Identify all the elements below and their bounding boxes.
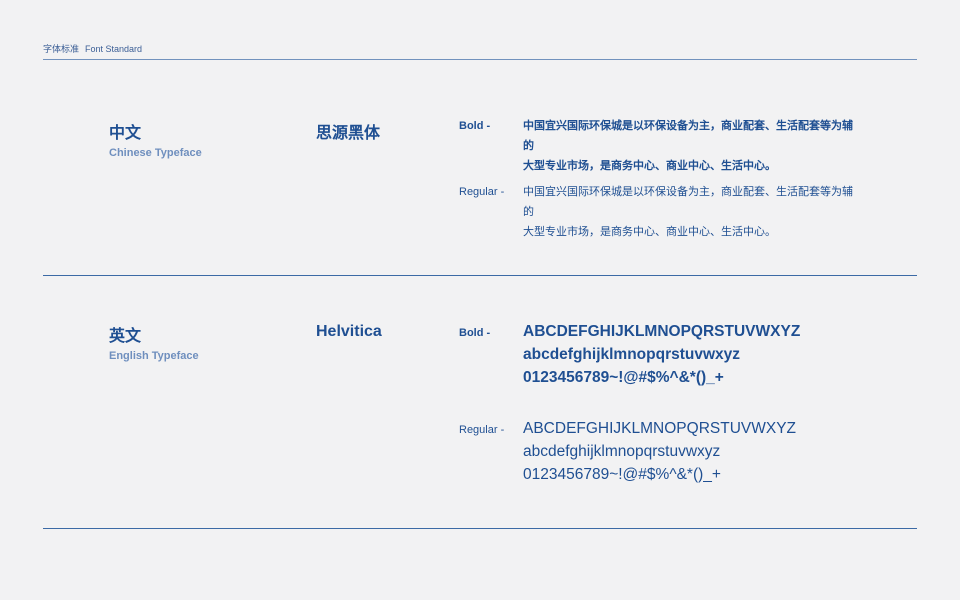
header-divider bbox=[43, 59, 917, 60]
chinese-section-title: 中文 bbox=[109, 125, 142, 142]
chinese-regular-sample-line1: 中国宜兴国际环保城是以环保设备为主，商业配套、生活配套等为辅的 bbox=[523, 186, 853, 218]
header-en: Font Standard bbox=[85, 44, 143, 54]
english-bold-label: Bold - bbox=[459, 327, 491, 339]
english-bold-uppercase: ABCDEFGHIJKLMNOPQRSTUVWXYZ bbox=[523, 323, 801, 340]
chinese-bold-sample-line1: 中国宜兴国际环保城是以环保设备为主，商业配套、生活配套等为辅的 bbox=[523, 120, 853, 152]
chinese-bold-label: Bold - bbox=[459, 120, 491, 132]
chinese-regular-sample-line2: 大型专业市场，是商务中心、商业中心、生活中心。 bbox=[523, 226, 776, 238]
chinese-font-name: 思源黑体 bbox=[316, 125, 381, 142]
chinese-section-subtitle: Chinese Typeface bbox=[109, 147, 202, 159]
english-section-subtitle: English Typeface bbox=[109, 350, 199, 362]
english-regular-uppercase: ABCDEFGHIJKLMNOPQRSTUVWXYZ bbox=[523, 420, 796, 437]
english-regular-lowercase: abcdefghijklmnopqrstuvwxyz bbox=[523, 443, 721, 460]
chinese-bold-sample-line2: 大型专业市场，是商务中心、商业中心、生活中心。 bbox=[523, 160, 776, 172]
english-regular-digits: 0123456789~!@#$%^&*()_+ bbox=[523, 466, 721, 483]
page-header: 字体标准 Font Standard bbox=[43, 42, 142, 55]
english-bold-digits: 0123456789~!@#$%^&*()_+ bbox=[523, 369, 724, 386]
english-font-name: Helvitica bbox=[316, 323, 382, 340]
footer-divider bbox=[43, 528, 917, 529]
chinese-regular-sample: 中国宜兴国际环保城是以环保设备为主，商业配套、生活配套等为辅的 大型专业市场，是… bbox=[523, 182, 863, 242]
section-divider bbox=[43, 275, 917, 276]
english-bold-sample: ABCDEFGHIJKLMNOPQRSTUVWXYZ abcdefghijklm… bbox=[523, 320, 800, 389]
english-section-title: 英文 bbox=[109, 328, 142, 345]
english-regular-label: Regular - bbox=[459, 424, 505, 436]
header-cn: 字体标准 bbox=[43, 44, 80, 54]
english-regular-sample: ABCDEFGHIJKLMNOPQRSTUVWXYZ abcdefghijklm… bbox=[523, 417, 796, 486]
chinese-regular-label: Regular - bbox=[459, 186, 505, 198]
english-bold-lowercase: abcdefghijklmnopqrstuvwxyz bbox=[523, 346, 741, 363]
chinese-bold-sample: 中国宜兴国际环保城是以环保设备为主，商业配套、生活配套等为辅的 大型专业市场，是… bbox=[523, 116, 863, 176]
